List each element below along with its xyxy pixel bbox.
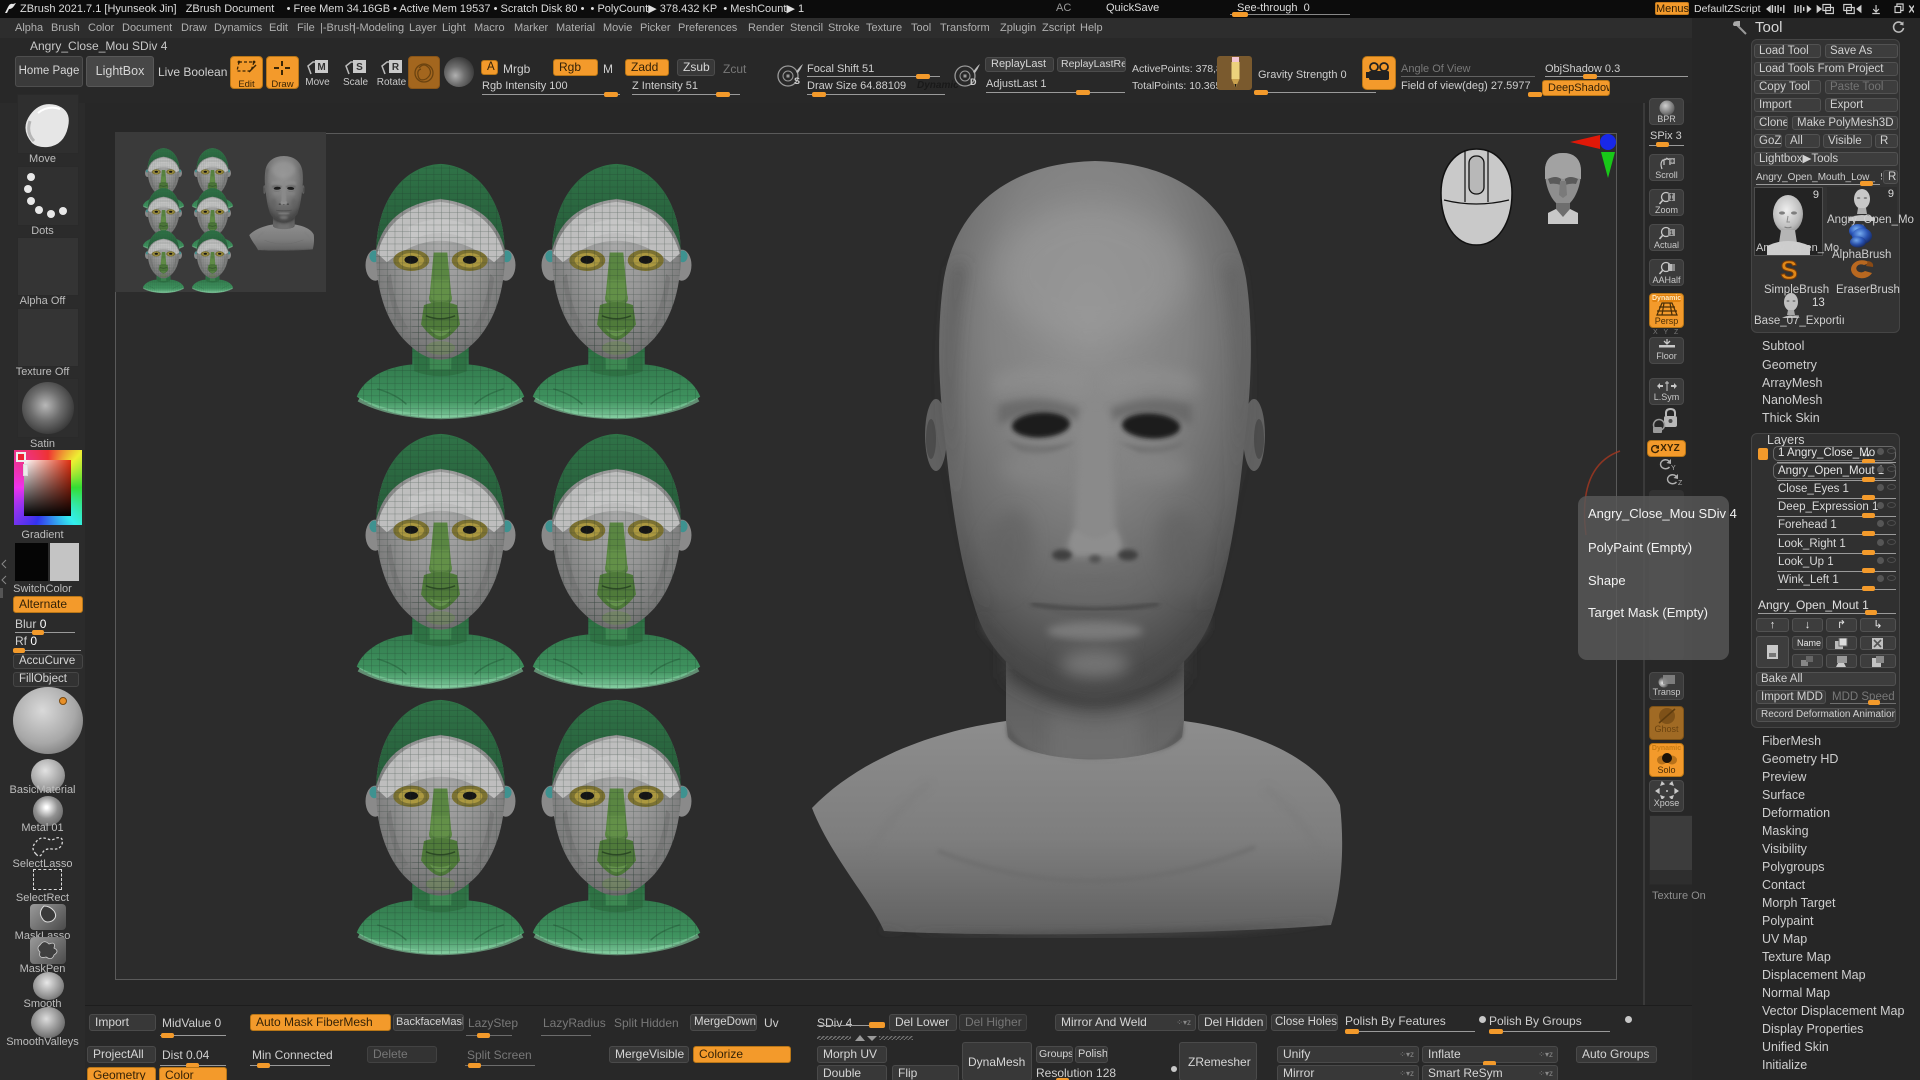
svg-text:M: M — [317, 62, 325, 73]
svg-text:R: R — [392, 62, 400, 73]
svg-text:Y: Y — [1671, 465, 1676, 471]
svg-text:S: S — [356, 62, 363, 73]
svg-text:S: S — [794, 76, 800, 86]
svg-text:S: S — [1780, 258, 1797, 284]
svg-text:D: D — [970, 77, 977, 87]
svg-text:Z: Z — [1678, 480, 1683, 486]
